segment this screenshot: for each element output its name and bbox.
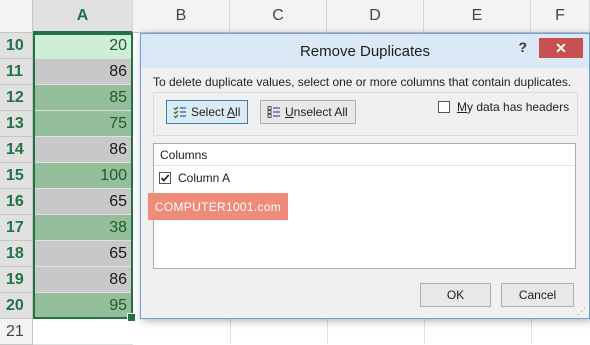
column-header-e[interactable]: E [424, 0, 531, 33]
column-header-f[interactable]: F [531, 0, 590, 33]
my-data-has-headers-label[interactable]: My data has headers [457, 100, 569, 114]
unselect-all-label: Unselect All [285, 105, 348, 119]
list-icon [267, 105, 281, 119]
remove-duplicates-dialog: Remove Duplicates ? ✕ To delete duplicat… [140, 33, 590, 319]
help-button[interactable]: ? [518, 39, 527, 55]
cell-a10[interactable]: 20 [33, 33, 133, 59]
select-all-corner[interactable] [0, 0, 33, 33]
column-a-label[interactable]: Column A [178, 171, 230, 185]
cell-a19[interactable]: 86 [33, 267, 133, 293]
columns-list-header: Columns [154, 144, 575, 166]
row-header[interactable]: 17 [0, 215, 33, 241]
cell-a14[interactable]: 86 [33, 137, 133, 163]
row-header[interactable]: 11 [0, 59, 33, 85]
ok-button[interactable]: OK [420, 283, 491, 307]
column-header-c[interactable]: C [230, 0, 327, 33]
cell-a11[interactable]: 86 [33, 59, 133, 85]
fill-handle[interactable] [127, 313, 136, 322]
unselect-all-button[interactable]: Unselect All [260, 100, 356, 124]
my-data-has-headers-checkbox[interactable] [438, 101, 450, 113]
cell-a16[interactable]: 65 [33, 189, 133, 215]
row-header[interactable]: 12 [0, 85, 33, 111]
checklist-icon [173, 105, 187, 119]
column-header-a[interactable]: A [33, 0, 133, 33]
cell-a12[interactable]: 85 [33, 85, 133, 111]
resize-grip-icon[interactable]: ⋰ [577, 306, 587, 316]
cancel-button[interactable]: Cancel [501, 283, 574, 307]
close-button[interactable]: ✕ [539, 38, 583, 58]
column-header-d[interactable]: D [327, 0, 424, 33]
cell-a17[interactable]: 38 [33, 215, 133, 241]
instruction-text: To delete duplicate values, select one o… [153, 75, 572, 89]
row-header[interactable]: 20 [0, 293, 33, 319]
select-all-label: Select All [191, 105, 241, 119]
column-header-b[interactable]: B [133, 0, 230, 33]
column-a-checkbox[interactable] [159, 172, 171, 184]
cell-a18[interactable]: 65 [33, 241, 133, 267]
row-header[interactable]: 19 [0, 267, 33, 293]
cell-a20[interactable]: 95 [33, 293, 133, 319]
row-header[interactable]: 10 [0, 33, 33, 59]
row-header[interactable]: 13 [0, 111, 33, 137]
watermark-banner: COMPUTER1001.com [148, 193, 288, 220]
row-header[interactable]: 15 [0, 163, 33, 189]
cell-a15[interactable]: 100 [33, 163, 133, 189]
row-header[interactable]: 18 [0, 241, 33, 267]
row-header[interactable]: 14 [0, 137, 33, 163]
cell-a21[interactable] [33, 319, 133, 345]
row-header[interactable]: 16 [0, 189, 33, 215]
row-header[interactable]: 21 [0, 319, 33, 345]
cell-a13[interactable]: 75 [33, 111, 133, 137]
checkmark-icon [160, 174, 170, 182]
select-all-button[interactable]: Select All [166, 100, 248, 124]
